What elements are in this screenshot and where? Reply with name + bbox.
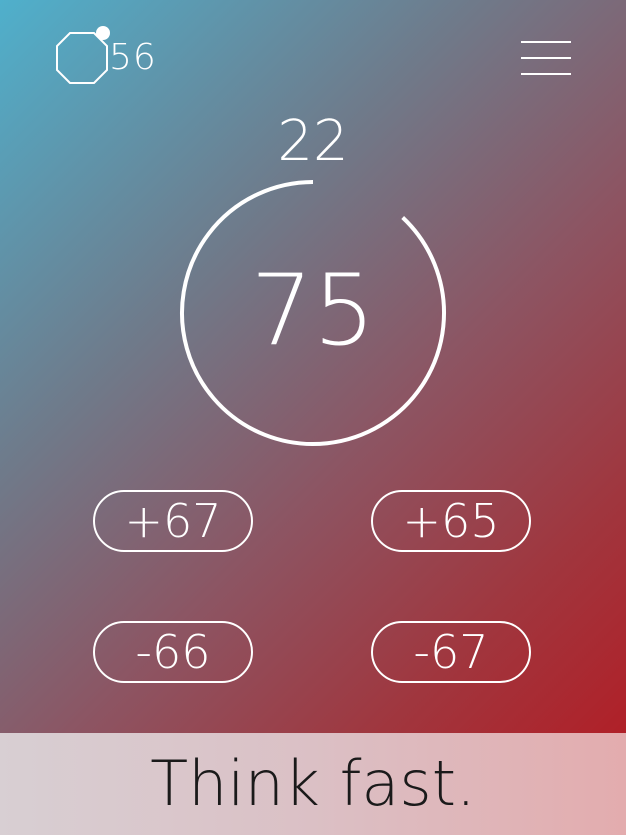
game-board: 56 22 75 +67 +65 -66 -67 — [0, 0, 626, 733]
hamburger-menu-icon — [521, 41, 571, 43]
notification-dot — [96, 26, 110, 40]
option-button-3[interactable]: -66 — [93, 621, 253, 683]
timer-seconds: 22 — [277, 109, 349, 174]
menu-button[interactable] — [521, 40, 571, 78]
target-number: 75 — [250, 254, 376, 368]
score-value: 56 — [109, 37, 157, 78]
tagline: Think fast. — [150, 747, 476, 820]
option-button-1[interactable]: +67 — [93, 490, 253, 552]
footer-banner: Think fast. — [0, 733, 626, 835]
option-button-4[interactable]: -67 — [371, 621, 531, 683]
option-button-2[interactable]: +65 — [371, 490, 531, 552]
score-badge: 56 — [54, 26, 164, 86]
